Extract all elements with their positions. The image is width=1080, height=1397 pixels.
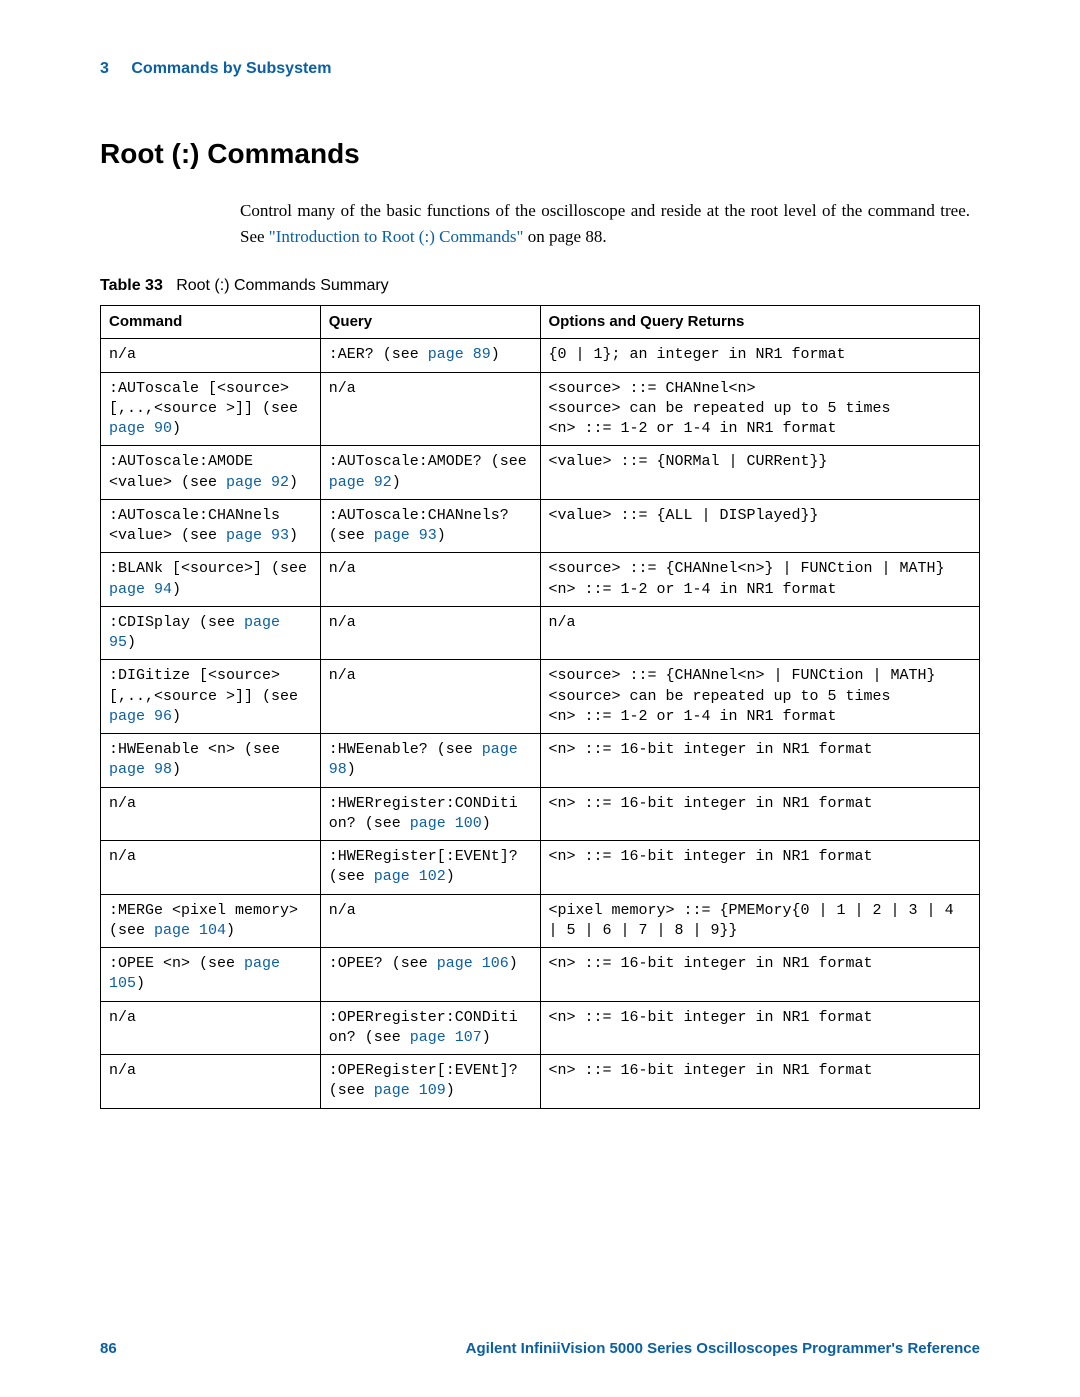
- returns-cell: <n> ::= 16-bit integer in NR1 format: [540, 734, 980, 788]
- intro-paragraph: Control many of the basic functions of t…: [240, 198, 970, 249]
- page-link[interactable]: page 92: [329, 474, 392, 491]
- table-row: n/a:OPERegister[:EVENt]? (see page 109)<…: [101, 1055, 980, 1109]
- table-row: n/a:HWERegister[:EVENt]? (see page 102)<…: [101, 841, 980, 895]
- returns-cell: <source> ::= {CHANnel<n> | FUNCtion | MA…: [540, 660, 980, 734]
- commands-table: Command Query Options and Query Returns …: [100, 305, 980, 1109]
- page-link[interactable]: page 98: [329, 741, 518, 778]
- intro-link[interactable]: "Introduction to Root (:) Commands": [269, 227, 524, 246]
- intro-text-post: on page 88.: [528, 227, 607, 246]
- query-cell: :OPERegister[:EVENt]? (see page 109): [320, 1055, 540, 1109]
- command-cell: :BLANk [<source>] (see page 94): [101, 553, 321, 607]
- query-cell: :HWERegister[:EVENt]? (see page 102): [320, 841, 540, 895]
- command-cell: n/a: [101, 787, 321, 841]
- page-link[interactable]: page 92: [226, 474, 289, 491]
- command-cell: :HWEenable <n> (see page 98): [101, 734, 321, 788]
- returns-cell: <value> ::= {NORMal | CURRent}}: [540, 446, 980, 500]
- returns-cell: <source> ::= CHANnel<n><source> can be r…: [540, 372, 980, 446]
- command-cell: :MERGe <pixel memory> (see page 104): [101, 894, 321, 948]
- running-header: 3 Commands by Subsystem: [100, 60, 980, 78]
- command-cell: :OPEE <n> (see page 105): [101, 948, 321, 1002]
- command-cell: n/a: [101, 1055, 321, 1109]
- returns-cell: <pixel memory> ::= {PMEMory{0 | 1 | 2 | …: [540, 894, 980, 948]
- query-cell: n/a: [320, 894, 540, 948]
- table-header-row: Command Query Options and Query Returns: [101, 306, 980, 339]
- query-cell: :HWERregister:CONDiti on? (see page 100): [320, 787, 540, 841]
- table-caption-label: Table 33: [100, 277, 163, 294]
- query-cell: n/a: [320, 606, 540, 660]
- table-row: n/a:AER? (see page 89){0 | 1}; an intege…: [101, 339, 980, 372]
- query-cell: n/a: [320, 553, 540, 607]
- page-link[interactable]: page 94: [109, 581, 172, 598]
- page-link[interactable]: page 98: [109, 761, 172, 778]
- table-row: :OPEE <n> (see page 105):OPEE? (see page…: [101, 948, 980, 1002]
- query-cell: n/a: [320, 660, 540, 734]
- page-link[interactable]: page 104: [154, 922, 226, 939]
- page-link[interactable]: page 93: [226, 527, 289, 544]
- col-command: Command: [101, 306, 321, 339]
- page-link[interactable]: page 96: [109, 708, 172, 725]
- page-title: Root (:) Commands: [100, 138, 980, 170]
- command-cell: :AUToscale:AMODE <value> (see page 92): [101, 446, 321, 500]
- table-row: :HWEenable <n> (see page 98):HWEenable? …: [101, 734, 980, 788]
- table-row: :CDISplay (see page 95)n/an/a: [101, 606, 980, 660]
- table-row: :BLANk [<source>] (see page 94)n/a<sourc…: [101, 553, 980, 607]
- returns-cell: <n> ::= 16-bit integer in NR1 format: [540, 841, 980, 895]
- query-cell: :AER? (see page 89): [320, 339, 540, 372]
- table-caption-title: Root (:) Commands Summary: [176, 277, 389, 294]
- page-link[interactable]: page 102: [374, 868, 446, 885]
- section-title: Commands by Subsystem: [131, 60, 331, 77]
- page-footer: 86 Agilent InfiniiVision 5000 Series Osc…: [100, 1340, 980, 1357]
- page-link[interactable]: page 89: [428, 346, 491, 363]
- returns-cell: {0 | 1}; an integer in NR1 format: [540, 339, 980, 372]
- returns-cell: <value> ::= {ALL | DISPlayed}}: [540, 499, 980, 553]
- table-row: n/a:HWERregister:CONDiti on? (see page 1…: [101, 787, 980, 841]
- page-link[interactable]: page 106: [437, 955, 509, 972]
- chapter-number: 3: [100, 60, 109, 78]
- returns-cell: <n> ::= 16-bit integer in NR1 format: [540, 1001, 980, 1055]
- col-returns: Options and Query Returns: [540, 306, 980, 339]
- query-cell: :HWEenable? (see page 98): [320, 734, 540, 788]
- col-query: Query: [320, 306, 540, 339]
- command-cell: :DIGitize [<source>[,..,<source >]] (see…: [101, 660, 321, 734]
- returns-cell: n/a: [540, 606, 980, 660]
- command-cell: n/a: [101, 339, 321, 372]
- query-cell: :AUToscale:AMODE? (see page 92): [320, 446, 540, 500]
- table-row: :AUToscale:AMODE <value> (see page 92):A…: [101, 446, 980, 500]
- page-link[interactable]: page 90: [109, 420, 172, 437]
- table-row: :MERGe <pixel memory> (see page 104)n/a<…: [101, 894, 980, 948]
- table-row: :DIGitize [<source>[,..,<source >]] (see…: [101, 660, 980, 734]
- returns-cell: <source> ::= {CHANnel<n>} | FUNCtion | M…: [540, 553, 980, 607]
- page-link[interactable]: page 95: [109, 614, 280, 651]
- query-cell: :OPEE? (see page 106): [320, 948, 540, 1002]
- command-cell: :AUToscale:CHANnels <value> (see page 93…: [101, 499, 321, 553]
- page-number: 86: [100, 1340, 117, 1357]
- command-cell: n/a: [101, 841, 321, 895]
- page: 3 Commands by Subsystem Root (:) Command…: [0, 0, 1080, 1397]
- returns-cell: <n> ::= 16-bit integer in NR1 format: [540, 787, 980, 841]
- page-link[interactable]: page 105: [109, 955, 280, 992]
- page-link[interactable]: page 100: [410, 815, 482, 832]
- query-cell: :AUToscale:CHANnels? (see page 93): [320, 499, 540, 553]
- table-row: :AUToscale [<source>[,..,<source >]] (se…: [101, 372, 980, 446]
- table-row: n/a:OPERregister:CONDiti on? (see page 1…: [101, 1001, 980, 1055]
- page-link[interactable]: page 109: [374, 1082, 446, 1099]
- page-link[interactable]: page 93: [374, 527, 437, 544]
- table-row: :AUToscale:CHANnels <value> (see page 93…: [101, 499, 980, 553]
- command-cell: :CDISplay (see page 95): [101, 606, 321, 660]
- query-cell: :OPERregister:CONDiti on? (see page 107): [320, 1001, 540, 1055]
- table-caption: Table 33 Root (:) Commands Summary: [100, 277, 980, 295]
- command-cell: :AUToscale [<source>[,..,<source >]] (se…: [101, 372, 321, 446]
- returns-cell: <n> ::= 16-bit integer in NR1 format: [540, 1055, 980, 1109]
- book-title: Agilent InfiniiVision 5000 Series Oscill…: [466, 1340, 980, 1357]
- page-link[interactable]: page 107: [410, 1029, 482, 1046]
- command-cell: n/a: [101, 1001, 321, 1055]
- returns-cell: <n> ::= 16-bit integer in NR1 format: [540, 948, 980, 1002]
- query-cell: n/a: [320, 372, 540, 446]
